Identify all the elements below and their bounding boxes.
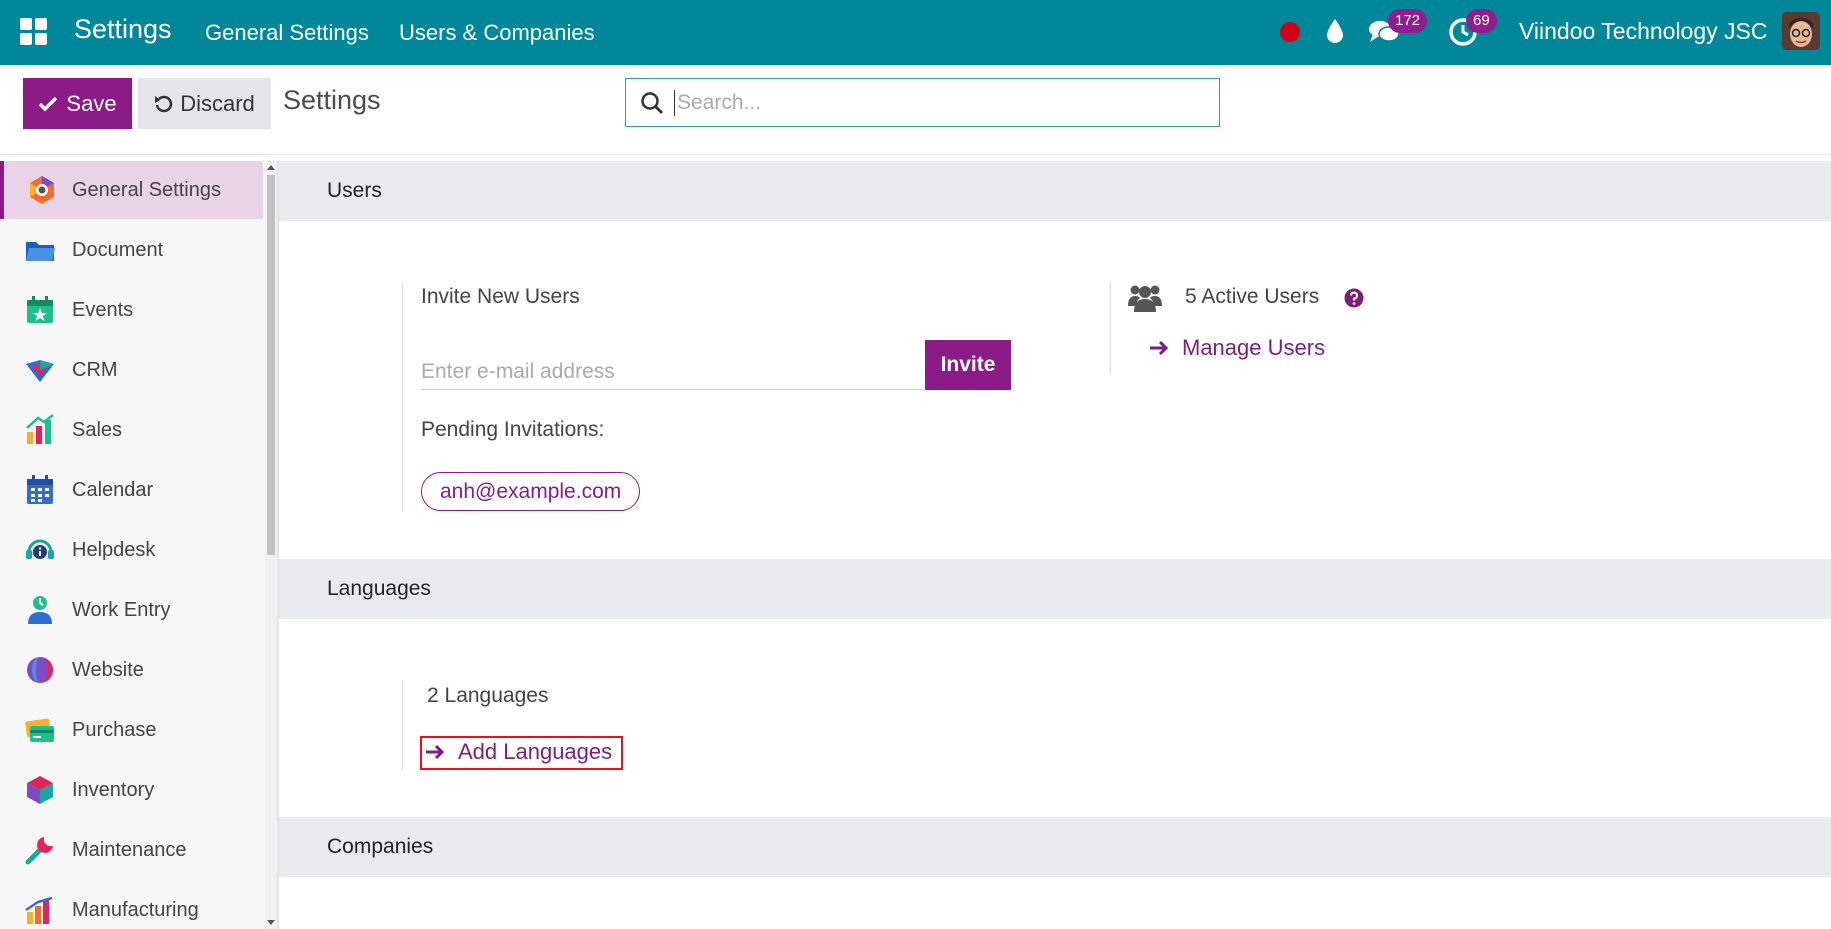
helpdesk-icon	[26, 539, 54, 559]
search-icon	[641, 91, 663, 114]
sidebar-item-website[interactable]: Website	[0, 641, 263, 699]
sidebar-scrollbar[interactable]	[265, 161, 277, 929]
recording-indicator-icon[interactable]	[1280, 22, 1300, 42]
menu-general-settings[interactable]: General Settings	[205, 20, 369, 46]
sales-icon	[26, 414, 54, 444]
sidebar-item-general-settings[interactable]: General Settings	[0, 161, 263, 219]
sidebar-label-work-entry: Work Entry	[72, 598, 171, 621]
invite-button[interactable]: Invite	[925, 340, 1011, 390]
save-label: Save	[66, 90, 117, 116]
discard-button[interactable]: Discard	[138, 78, 271, 129]
sidebar-item-crm[interactable]: CRM	[0, 341, 263, 399]
chat-count-badge: 172	[1388, 9, 1428, 33]
website-icon	[27, 657, 53, 683]
sidebar-item-inventory[interactable]: Inventory	[0, 761, 263, 819]
sidebar-item-maintenance[interactable]: Maintenance	[0, 821, 263, 879]
drop-icon[interactable]	[1325, 18, 1345, 44]
event-icon	[27, 296, 53, 323]
sidebar-label-website: Website	[72, 658, 144, 681]
sidebar-label-general-settings: General Settings	[72, 178, 221, 201]
general-settings-icon	[30, 176, 54, 204]
control-panel: Save Discard Settings	[0, 65, 1831, 155]
pending-invitation-chip[interactable]: anh@example.com	[421, 472, 641, 511]
sidebar-item-events[interactable]: Events	[0, 281, 263, 339]
app-brand[interactable]: Settings	[74, 14, 172, 45]
sidebar-label-events: Events	[72, 298, 134, 321]
manufacturing-icon	[25, 896, 53, 924]
sidebar-item-calendar[interactable]: Calendar	[0, 461, 263, 519]
sidebar-label-manufacturing: Manufacturing	[72, 898, 199, 921]
help-question-icon[interactable]	[1344, 288, 1364, 308]
crm-icon	[26, 360, 54, 382]
check-icon	[39, 96, 58, 111]
sidebar-item-document[interactable]: Document	[0, 221, 263, 279]
maintenance-icon	[25, 837, 53, 865]
save-button[interactable]: Save	[23, 78, 132, 129]
top-navbar: Settings General Settings Users & Compan…	[0, 0, 1831, 65]
undo-icon	[155, 95, 173, 112]
menu-users-companies[interactable]: Users & Companies	[399, 20, 595, 46]
sidebar-label-maintenance: Maintenance	[72, 838, 187, 861]
inventory-icon	[27, 776, 53, 804]
section-header-companies: Companies	[279, 817, 1831, 877]
arrow-right-icon	[1150, 340, 1169, 356]
add-languages-label: Add Languages	[458, 739, 613, 764]
scroll-down-arrow-icon[interactable]	[267, 920, 275, 925]
pending-invitations-label: Pending Invitations:	[421, 418, 605, 441]
purchase-icon	[25, 718, 54, 742]
sidebar-label-sales: Sales	[72, 418, 123, 441]
manage-users-label: Manage Users	[1182, 335, 1326, 360]
folder-icon	[26, 242, 55, 261]
languages-count: 2 Languages	[427, 684, 549, 707]
scroll-thumb[interactable]	[267, 175, 275, 555]
users-right-border	[1110, 282, 1111, 374]
users-group-icon	[1128, 285, 1162, 312]
manage-users-link[interactable]: Manage Users	[1148, 335, 1325, 361]
sidebar-item-manufacturing[interactable]: Manufacturing	[0, 881, 263, 929]
activity-count-badge: 69	[1466, 9, 1497, 33]
sidebar-label-document: Document	[72, 238, 164, 261]
breadcrumb: Settings	[283, 85, 381, 115]
sidebar-item-helpdesk[interactable]: Helpdesk	[0, 521, 263, 579]
company-switcher[interactable]: Viindoo Technology JSC	[1519, 18, 1768, 45]
calendar-icon	[27, 475, 53, 504]
sidebar-label-crm: CRM	[72, 358, 118, 381]
apps-menu-icon[interactable]	[20, 18, 47, 45]
search-box[interactable]	[625, 78, 1220, 127]
section-header-users: Users	[279, 161, 1831, 221]
users-left-border	[402, 282, 403, 512]
sidebar-label-helpdesk: Helpdesk	[72, 538, 156, 561]
sidebar-item-work-entry[interactable]: Work Entry	[0, 581, 263, 639]
user-avatar[interactable]	[1782, 12, 1820, 50]
settings-sidebar: General Settings Document Events CRM Sal…	[0, 161, 265, 929]
sidebar-item-purchase[interactable]: Purchase	[0, 701, 263, 759]
invite-new-users-title: Invite New Users	[421, 285, 580, 308]
add-languages-link[interactable]: Add Languages	[424, 739, 612, 765]
invite-email-input[interactable]	[421, 354, 924, 390]
sidebar-divider	[277, 161, 279, 929]
sidebar-label-purchase: Purchase	[72, 718, 157, 741]
work-entry-icon	[28, 596, 52, 624]
search-input[interactable]	[674, 89, 1194, 116]
sidebar-label-calendar: Calendar	[72, 478, 154, 501]
arrow-right-icon	[426, 744, 445, 760]
active-users-count: 5 Active Users	[1185, 285, 1320, 308]
sidebar-label-inventory: Inventory	[72, 778, 155, 801]
languages-left-border	[402, 680, 403, 770]
sidebar-item-sales[interactable]: Sales	[0, 401, 263, 459]
discard-label: Discard	[180, 90, 255, 116]
scroll-up-arrow-icon[interactable]	[267, 165, 275, 170]
section-header-languages: Languages	[279, 559, 1831, 619]
